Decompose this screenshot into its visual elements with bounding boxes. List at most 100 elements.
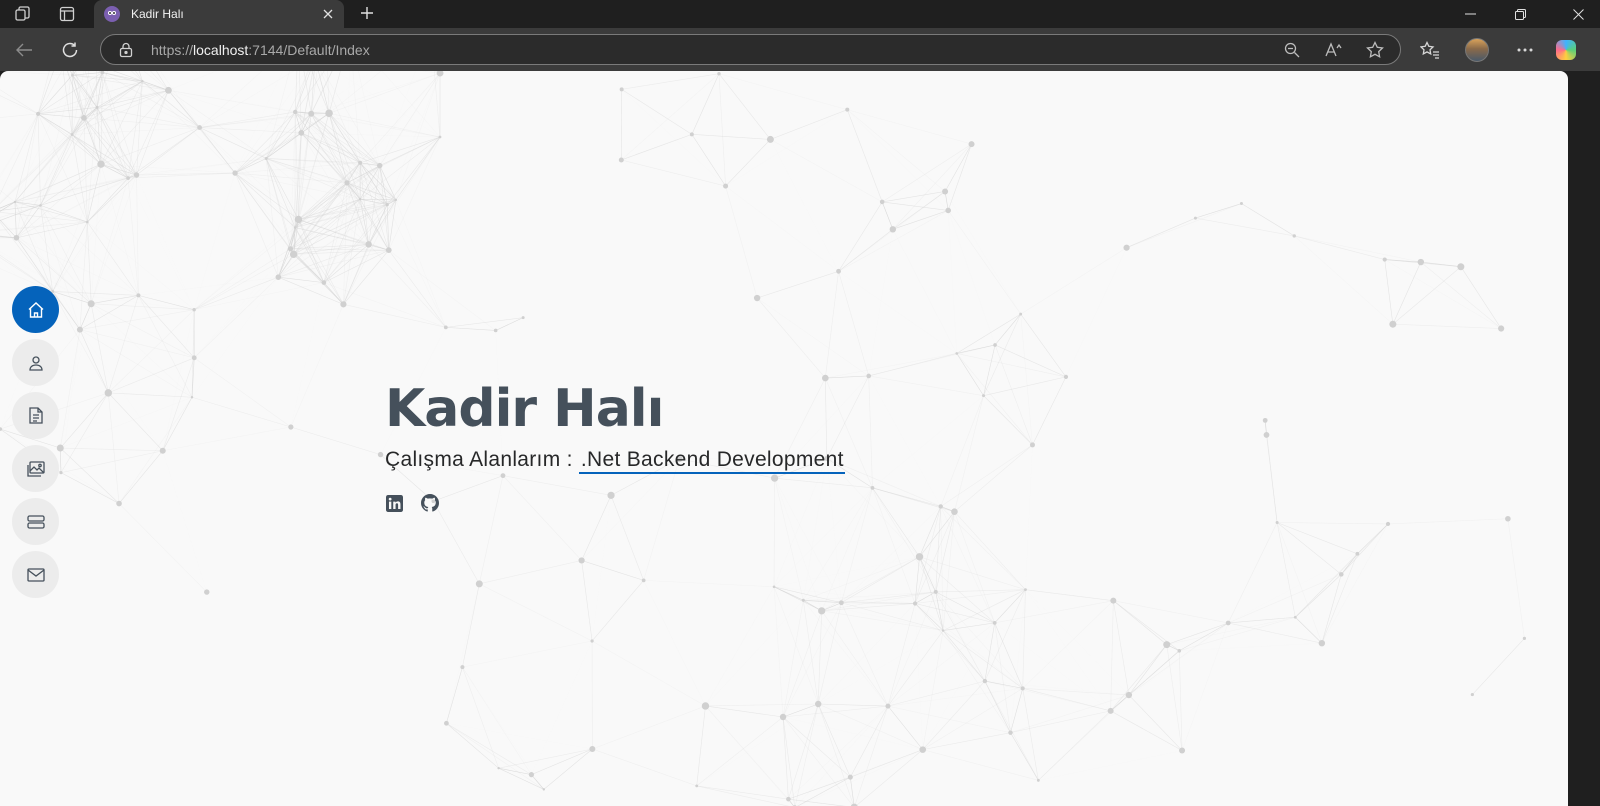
network-link (705, 586, 775, 707)
network-link (60, 329, 81, 473)
network-node (190, 396, 194, 399)
workspaces-icon[interactable] (12, 4, 34, 24)
network-link (108, 392, 193, 398)
github-link[interactable] (421, 494, 439, 512)
network-link (691, 134, 726, 187)
close-window-icon[interactable] (1556, 0, 1600, 28)
network-node (801, 598, 805, 602)
network-link (359, 72, 441, 164)
nav-item-resume[interactable] (12, 392, 59, 439)
active-tab[interactable]: Kadir Halı (94, 0, 344, 28)
network-link (360, 73, 440, 199)
network-link (52, 291, 109, 394)
network-link (388, 249, 447, 328)
network-link (956, 353, 984, 396)
nav-item-home[interactable] (12, 286, 59, 333)
network-link (838, 210, 949, 272)
lock-icon[interactable] (119, 42, 133, 63)
new-tab-button[interactable] (356, 2, 378, 24)
network-node (275, 274, 282, 280)
network-link (191, 309, 195, 398)
sidebar-gutter (1568, 71, 1600, 806)
star-favorite-icon[interactable] (1364, 40, 1386, 60)
network-link (821, 610, 889, 707)
network-link (194, 276, 279, 359)
network-node (377, 451, 384, 458)
address-bar[interactable]: https://localhost:7144/Default/Index (100, 34, 1401, 65)
network-link (838, 271, 957, 354)
network-node (287, 246, 294, 252)
nav-item-about[interactable] (12, 339, 59, 386)
network-link (770, 139, 838, 271)
network-node (919, 746, 927, 753)
network-link (872, 395, 984, 489)
nav-item-services[interactable] (12, 498, 59, 545)
copilot-icon[interactable] (1552, 36, 1580, 64)
network-link (838, 271, 870, 377)
close-tab-icon[interactable] (318, 4, 338, 24)
refresh-icon[interactable] (56, 36, 84, 64)
url-path: :7144/Default/Index (248, 42, 370, 58)
network-link (705, 705, 784, 718)
copilot-logo (1556, 40, 1576, 60)
favorites-icon[interactable] (1416, 36, 1444, 64)
network-link (156, 71, 169, 91)
network-node (1110, 597, 1117, 604)
network-link (869, 229, 893, 376)
network-link (1110, 644, 1167, 712)
network-node (578, 557, 585, 564)
network-link (818, 703, 888, 707)
network-link (1038, 751, 1182, 781)
network-link (162, 426, 291, 452)
network-link (433, 501, 480, 584)
minimize-icon[interactable] (1448, 0, 1492, 28)
nav-item-contact[interactable] (12, 551, 59, 598)
read-aloud-icon[interactable] (1323, 40, 1345, 60)
network-link (892, 143, 972, 230)
network-link (725, 185, 839, 272)
network-link (87, 221, 195, 310)
network-node (97, 160, 105, 168)
network-link (543, 748, 593, 790)
network-link (359, 136, 441, 200)
network-link (705, 600, 804, 707)
network-link (1420, 261, 1502, 329)
network-node (141, 80, 144, 83)
network-link (944, 191, 1021, 315)
linkedin-link[interactable] (385, 494, 403, 512)
network-node (717, 72, 721, 76)
network-node (695, 784, 699, 788)
nav-item-portfolio[interactable] (12, 445, 59, 492)
network-node (460, 665, 465, 670)
network-link (643, 580, 775, 588)
vertical-tabs-icon[interactable] (56, 4, 78, 24)
more-options-icon[interactable] (1511, 36, 1539, 64)
network-node (13, 234, 20, 241)
network-link (892, 191, 946, 230)
network-link (947, 143, 972, 211)
network-link (940, 506, 995, 624)
network-node (955, 352, 959, 355)
network-link (194, 249, 290, 358)
network-node (1020, 686, 1025, 691)
zoom-out-icon[interactable] (1281, 40, 1303, 60)
network-link (91, 303, 195, 359)
network-link (1010, 710, 1111, 733)
network-link (817, 703, 851, 778)
network-node (165, 86, 172, 94)
back-arrow-icon[interactable] (10, 36, 38, 64)
file-text-icon (28, 407, 43, 424)
network-link (479, 560, 582, 585)
restore-icon[interactable] (1498, 0, 1542, 28)
network-link (621, 159, 726, 187)
github-icon (421, 494, 439, 512)
network-link (696, 785, 790, 806)
network-node (521, 316, 525, 320)
network-link (847, 109, 972, 145)
network-link (788, 705, 889, 800)
network-link (847, 109, 946, 192)
profile-avatar[interactable] (1463, 36, 1491, 64)
network-node (394, 198, 398, 202)
network-link (194, 254, 294, 359)
network-node (232, 170, 238, 176)
